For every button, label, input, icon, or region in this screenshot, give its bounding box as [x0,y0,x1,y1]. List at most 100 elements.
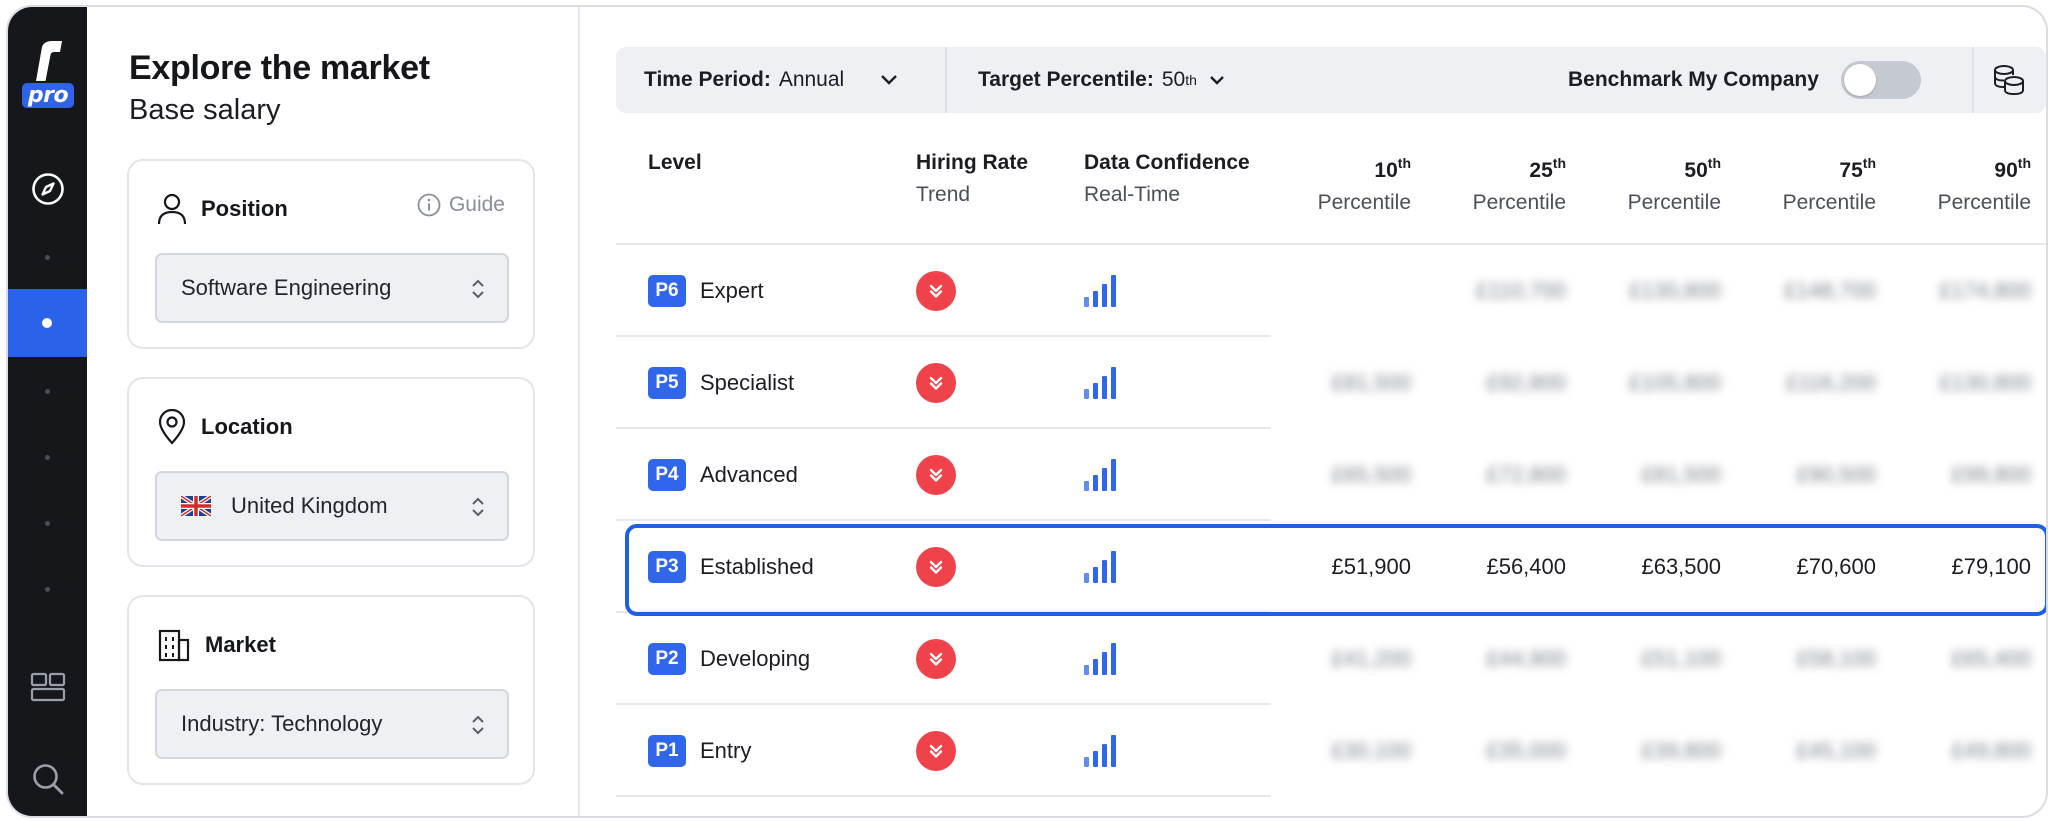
location-value: United Kingdom [231,493,388,518]
nav-dot[interactable] [45,587,50,592]
signal-bars-icon [1084,457,1124,491]
toolbar-divider [1972,47,1974,113]
p75-sub: Percentile [1782,191,1876,214]
level-name: Advanced [700,462,798,487]
market-select[interactable]: Industry: Technology [155,689,509,759]
salary-cell: £51,100 [1641,646,1721,671]
location-card: Location United Kingdom [127,377,535,567]
location-select[interactable]: United Kingdom [155,471,509,541]
search-icon[interactable] [8,759,87,799]
chevron-down-icon [881,75,898,85]
nav-dot[interactable] [45,455,50,460]
trend-down-icon [916,363,956,403]
salary-cell: £99,800 [1951,462,2031,487]
signal-bars-icon [1084,641,1124,675]
nav-rail: pro [8,7,87,816]
database-icon[interactable] [1992,47,2026,113]
market-label: Market [205,632,276,657]
position-card: Position Guide Software Engineering [127,159,535,349]
toolbar-divider [945,47,947,113]
nav-dot[interactable] [45,255,50,260]
signal-bars-icon [1084,365,1124,399]
confidence-header-sub: Real-Time [1084,183,1181,206]
nav-item-active[interactable] [8,289,87,357]
layout-icon[interactable] [8,667,87,707]
table-row[interactable]: P4 Advanced £65,500 £72,800 £81,500 £90,500 £9… [616,429,2046,521]
salary-cell: £92,800 [1486,370,1566,395]
salary-cell: £65,400 [1951,646,2031,671]
salary-cell: £51,900 [1331,554,1411,579]
trend-down-icon [916,547,956,587]
salary-cell: £105,800 [1629,370,1721,395]
table-row[interactable]: P2 Developing £41,200 £44,900 £51,100 £58,100… [616,613,2046,705]
level-badge: P6 [648,275,686,307]
salary-cell: £41,200 [1331,646,1411,671]
col-header-data-confidence: Data Confidence Real-Time [1084,147,1250,211]
level-name: Entry [700,738,752,763]
col-header-p90: 90th Percentile [1901,147,2031,219]
col-header-p10: 10th Percentile [1281,147,1411,219]
salary-cell: £39,800 [1641,738,1721,763]
app-logo[interactable]: pro [22,41,74,113]
p90-num: 90 [1994,159,2018,182]
logo-pro-badge: pro [22,83,74,108]
salary-cell: £130,800 [1939,370,2031,395]
nav-dot[interactable] [45,389,50,394]
guide-link[interactable]: Guide [417,193,505,217]
level-badge: P1 [648,735,686,767]
salary-cell: £130,800 [1629,278,1721,303]
uk-flag-icon [181,496,211,516]
signal-bars-icon [1084,273,1124,307]
p90-sup: th [2017,155,2031,171]
col-header-level: Level [648,147,702,179]
position-value: Software Engineering [181,275,392,300]
p10-num: 10 [1374,159,1398,182]
salary-cell: £63,500 [1641,554,1721,579]
level-badge: P5 [648,367,686,399]
filter-panel: Explore the market Base salary Position … [87,7,580,816]
p10-sub: Percentile [1317,191,1411,214]
level-badge: P4 [648,459,686,491]
level-name: Established [700,554,814,579]
salary-cell: £49,800 [1951,738,2031,763]
guide-label: Guide [448,193,505,216]
col-header-p25: 25th Percentile [1436,147,1566,219]
table-row[interactable]: P5 Specialist £81,500 £92,800 £105,800 £116,2… [616,337,2046,429]
logo-r-icon [36,41,62,81]
salary-cell: £58,100 [1796,646,1876,671]
nav-dot[interactable] [45,521,50,526]
table-row[interactable]: P1 Entry £30,100 £35,000 £39,800 £45,100 £49,8… [616,705,2046,797]
time-period-dropdown[interactable]: Time Period: Annual [644,47,898,113]
position-select[interactable]: Software Engineering [155,253,509,323]
compass-icon[interactable] [8,169,87,209]
page-title: Explore the market [129,49,430,87]
salary-cell: £56,400 [1486,554,1566,579]
salary-cell: £174,800 [1939,278,2031,303]
chevron-updown-icon [472,497,484,517]
chevron-updown-icon [472,715,484,735]
target-percentile-dropdown[interactable]: Target Percentile: 50th [978,47,1225,113]
salary-cell: £72,800 [1486,462,1566,487]
salary-cell: £45,100 [1796,738,1876,763]
trend-down-icon [916,271,956,311]
confidence-header-label: Data Confidence [1084,151,1250,174]
salary-cell: £110,700 [1475,278,1566,303]
salary-cell: £90,500 [1796,462,1876,487]
p10-sup: th [1397,155,1411,171]
benchmark-toggle-group: Benchmark My Company [1568,47,1921,113]
table-row[interactable]: P6 Expert £110,700 £130,800 £148,700 £174,800 [616,245,2046,337]
salary-cell: £81,500 [1331,370,1411,395]
salary-cell: £65,500 [1331,462,1411,487]
p50-sub: Percentile [1627,191,1721,214]
info-icon [417,193,441,217]
benchmark-toggle[interactable] [1840,61,1921,99]
col-header-p75: 75th Percentile [1746,147,1876,219]
p50-num: 50 [1684,159,1708,182]
signal-bars-icon [1084,733,1124,767]
table-row[interactable]: P3 Established £51,900 £56,400 £63,500 £70,60… [616,521,2046,613]
market-card: Market Industry: Technology [127,595,535,785]
hiring-rate-header-sub: Trend [916,183,971,206]
level-header-label: Level [648,151,702,174]
chevron-updown-icon [472,279,484,299]
trend-down-icon [916,639,956,679]
